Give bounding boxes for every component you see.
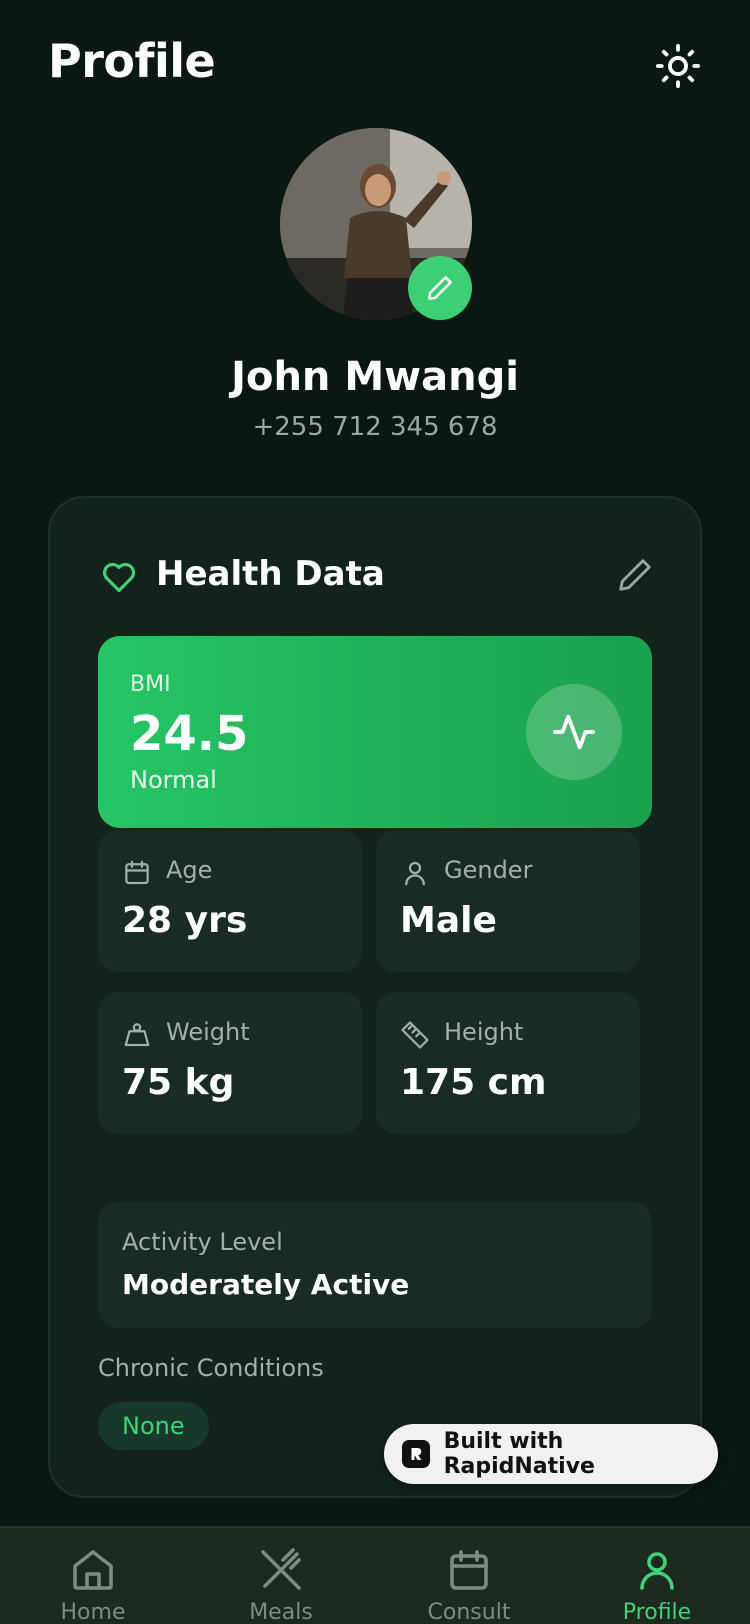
chronic-conditions-label: Chronic Conditions <box>98 1354 324 1382</box>
theme-toggle-button[interactable] <box>652 40 704 92</box>
pencil-icon <box>428 276 452 300</box>
stat-value: 75 kg <box>122 1062 235 1103</box>
nav-item-profile[interactable]: Profile <box>582 1546 732 1624</box>
nav-item-home[interactable]: Home <box>18 1546 168 1624</box>
stat-label: Weight <box>166 1018 250 1046</box>
activity-icon <box>552 714 596 750</box>
stat-tile-weight: Weight 75 kg <box>98 992 362 1134</box>
stat-label: Age <box>166 856 213 884</box>
bottom-nav: Home Meals Consult Profile <box>0 1526 750 1624</box>
ruler-icon <box>401 1021 429 1049</box>
health-data-card: Health Data BMI 24.5 Normal Age 28 yrs G… <box>48 496 702 1498</box>
activity-value: Moderately Active <box>122 1268 410 1301</box>
bmi-card: BMI 24.5 Normal <box>98 636 652 828</box>
home-icon <box>73 1550 113 1590</box>
stat-value: 175 cm <box>400 1062 547 1103</box>
nav-label: Profile <box>622 1600 692 1624</box>
stat-label: Gender <box>444 856 533 884</box>
bmi-icon-circle <box>526 684 622 780</box>
bmi-status: Normal <box>130 766 217 794</box>
built-with-badge[interactable]: Built with RapidNative <box>384 1424 718 1484</box>
user-phone: +255 712 345 678 <box>252 412 498 442</box>
user-name: John Mwangi <box>231 354 519 400</box>
stat-label: Height <box>444 1018 524 1046</box>
calendar-icon <box>125 860 149 885</box>
nav-item-meals[interactable]: Meals <box>206 1546 356 1624</box>
nav-item-consult[interactable]: Consult <box>394 1546 544 1624</box>
stat-tile-gender: Gender Male <box>376 830 640 972</box>
activity-level-tile: Activity Level Moderately Active <box>98 1202 652 1328</box>
stat-value: 28 yrs <box>122 900 248 941</box>
user-icon <box>640 1552 674 1590</box>
heart-icon <box>102 562 136 593</box>
stat-value: Male <box>400 900 497 941</box>
bmi-value: 24.5 <box>130 706 249 762</box>
calendar-icon <box>450 1550 488 1590</box>
stat-tile-height: Height 175 cm <box>376 992 640 1134</box>
sun-icon <box>655 43 701 89</box>
rapidnative-logo-icon <box>402 1440 430 1468</box>
bmi-label: BMI <box>130 672 171 697</box>
nav-label: Consult <box>427 1600 511 1624</box>
profile-screen: Profile John Mwangi +255 712 345 678 Hea… <box>0 0 750 1624</box>
edit-health-icon[interactable] <box>616 556 654 594</box>
avatar-container <box>280 128 472 320</box>
activity-label: Activity Level <box>122 1228 283 1256</box>
weight-icon <box>124 1023 150 1047</box>
card-title: Health Data <box>156 554 385 594</box>
nav-label: Home <box>60 1600 126 1624</box>
utensils-icon <box>261 1548 301 1590</box>
user-icon <box>405 861 425 886</box>
nav-label: Meals <box>249 1600 313 1624</box>
condition-chip: None <box>98 1402 209 1450</box>
page-title: Profile <box>48 34 216 88</box>
edit-avatar-button[interactable] <box>408 256 472 320</box>
stat-tile-age: Age 28 yrs <box>98 830 362 972</box>
built-with-text: Built with RapidNative <box>443 1429 595 1479</box>
